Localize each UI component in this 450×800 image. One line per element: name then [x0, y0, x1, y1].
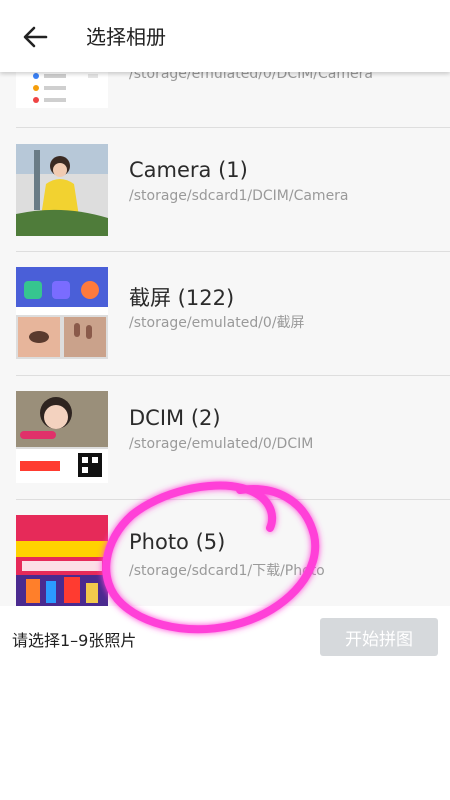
album-list: /storage/emulated/0/DCIM/Camera Camera (… — [0, 0, 450, 606]
album-thumbnail — [16, 515, 108, 606]
album-thumbnail — [16, 267, 108, 359]
album-thumbnail — [16, 144, 108, 236]
page-title: 选择相册 — [86, 25, 166, 49]
album-path: /storage/emulated/0/截屏 — [129, 315, 305, 331]
album-path: /storage/emulated/0/DCIM — [129, 436, 314, 452]
album-title: DCIM (2) — [129, 406, 221, 430]
album-thumbnail — [16, 391, 108, 483]
album-row-dcim[interactable]: DCIM (2) /storage/emulated/0/DCIM — [0, 376, 450, 500]
arrow-left-icon[interactable] — [22, 24, 48, 50]
album-row-photo[interactable]: Photo (5) /storage/sdcard1/下载/Photo — [0, 500, 450, 606]
album-path: /storage/sdcard1/下载/Photo — [129, 563, 325, 579]
album-title: Photo (5) — [129, 530, 226, 554]
album-title: Camera (1) — [129, 158, 248, 182]
selection-hint: 请选择1–9张照片 — [12, 631, 137, 650]
bottom-action-bar: 请选择1–9张照片 开始拼图 — [0, 606, 450, 800]
app-bar: 选择相册 — [0, 0, 450, 72]
start-collage-button[interactable]: 开始拼图 — [320, 618, 438, 656]
album-path: /storage/sdcard1/DCIM/Camera — [129, 188, 349, 204]
album-row-camera-sdcard[interactable]: Camera (1) /storage/sdcard1/DCIM/Camera — [0, 128, 450, 252]
album-row-screenshots[interactable]: 截屏 (122) /storage/emulated/0/截屏 — [0, 252, 450, 376]
album-title: 截屏 (122) — [129, 286, 235, 310]
